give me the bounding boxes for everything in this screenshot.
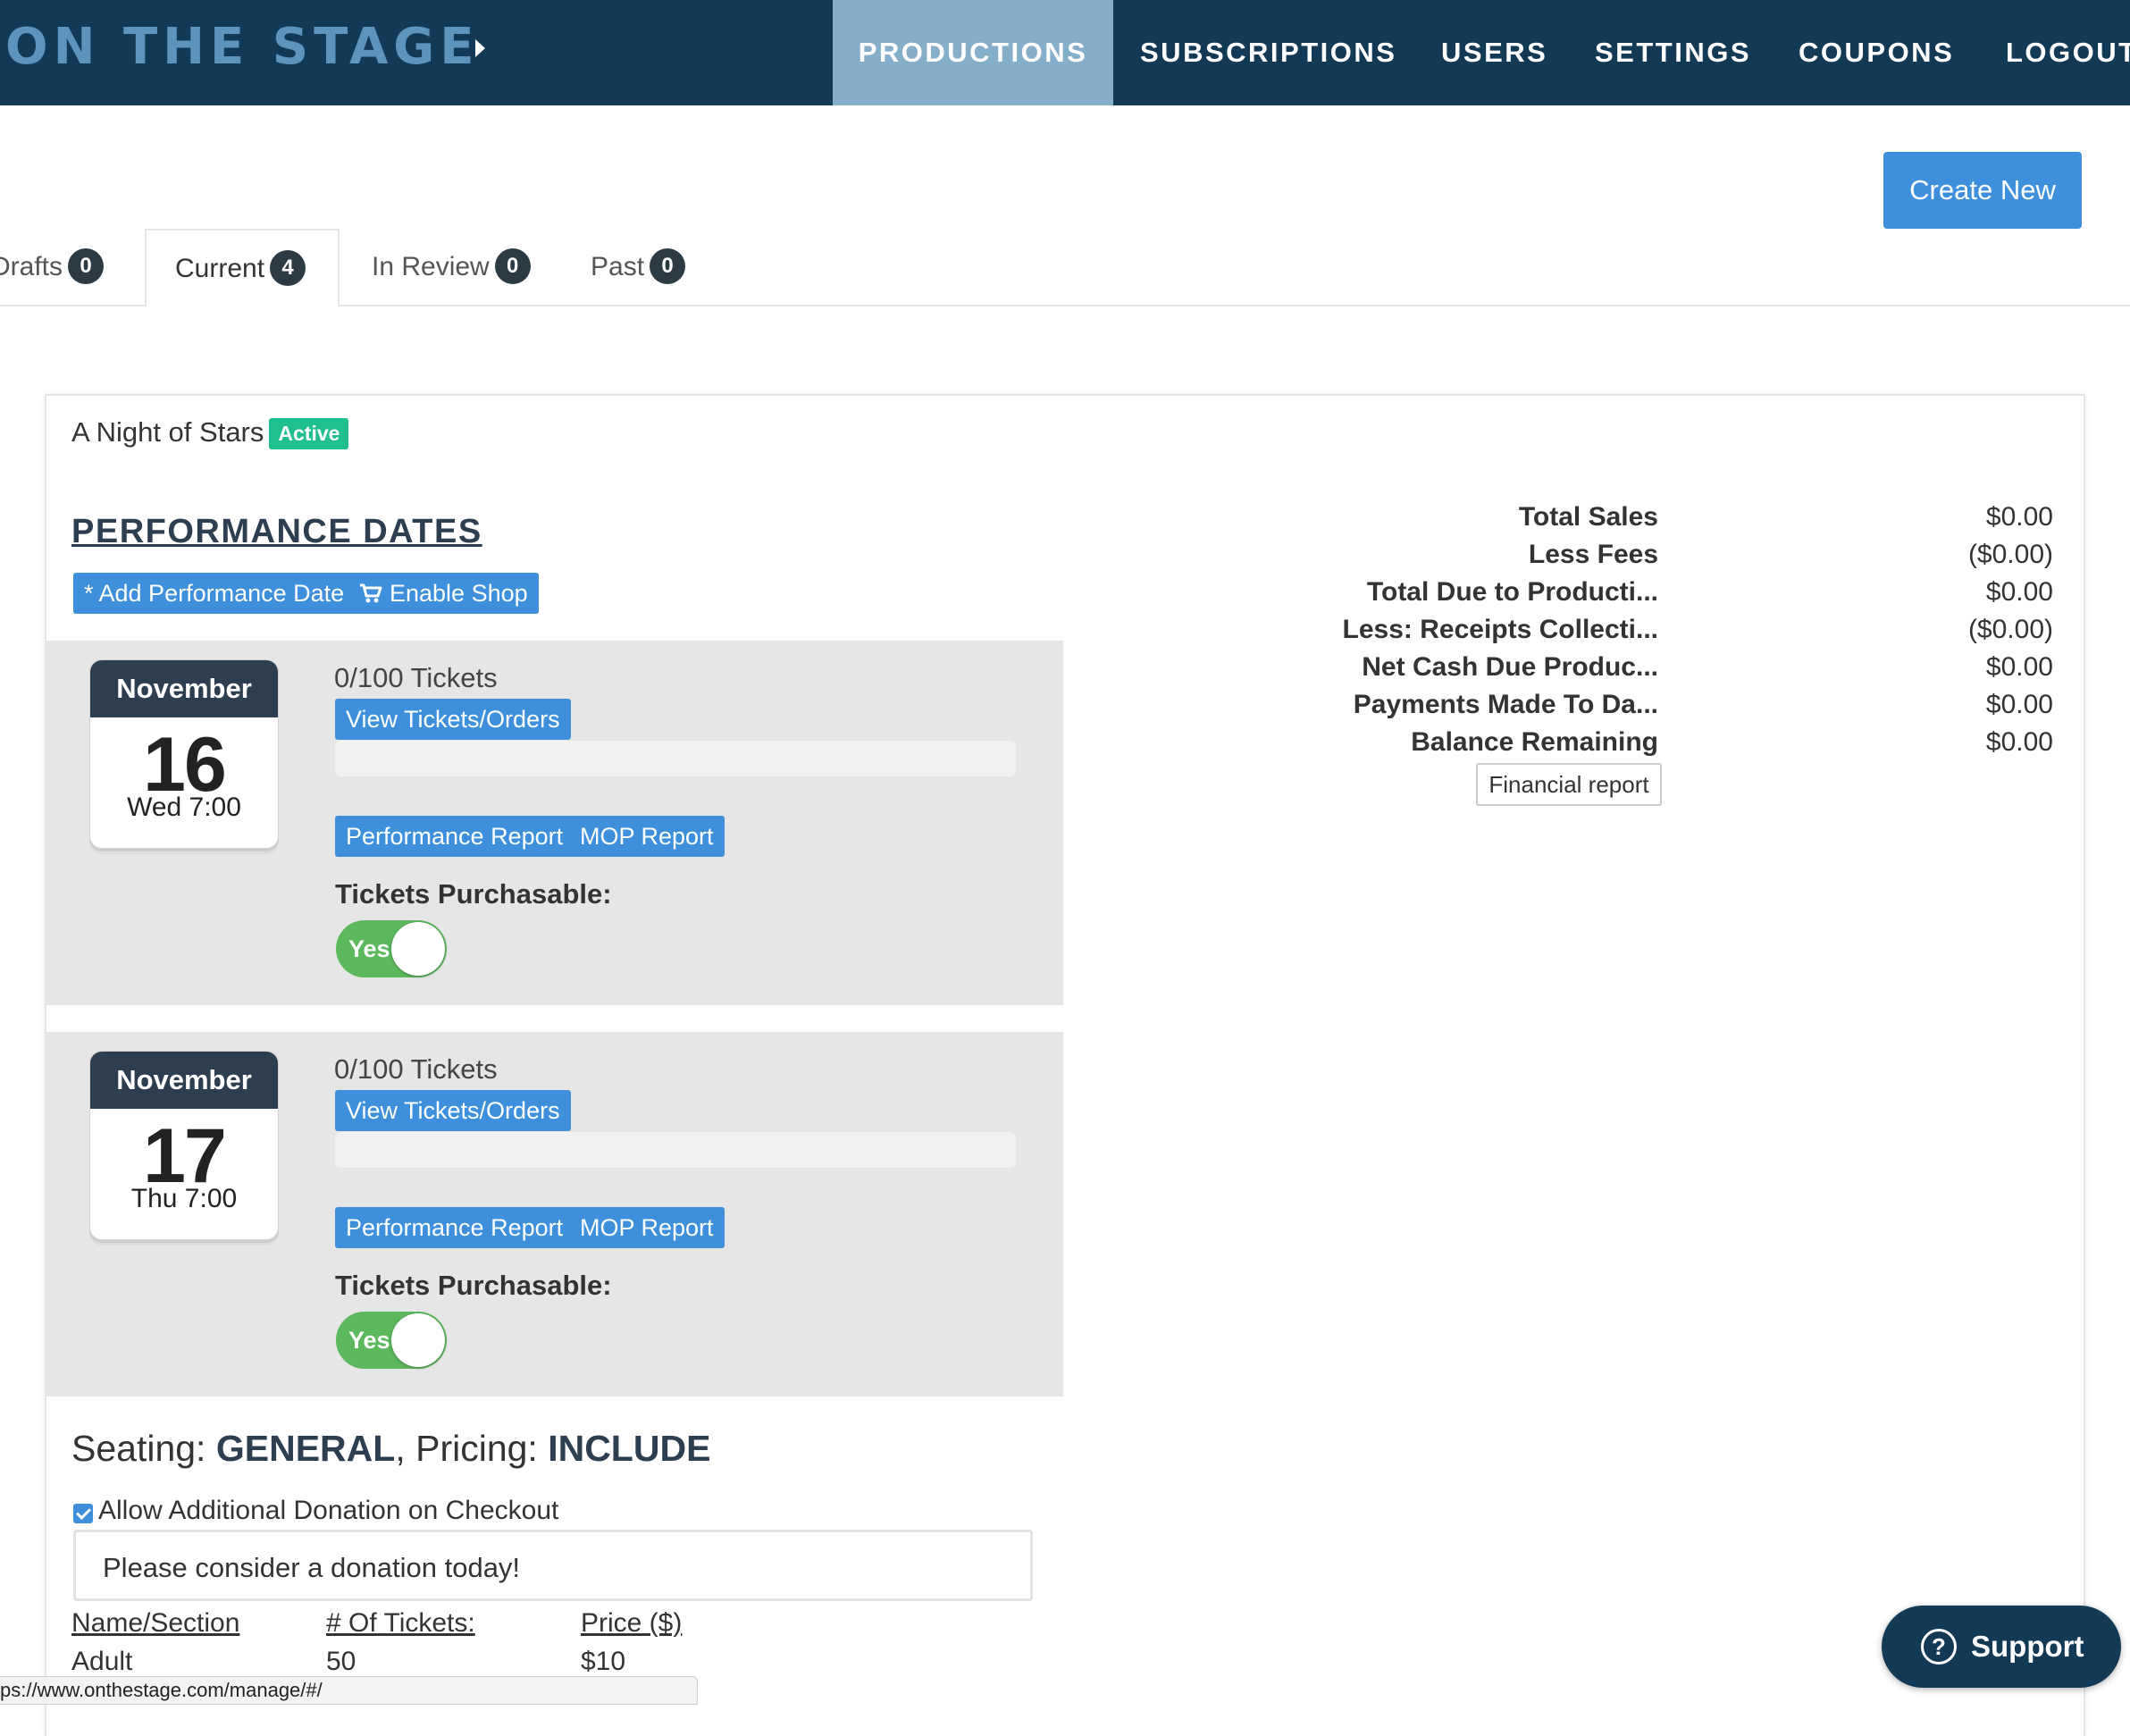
tickets-count: 0/100 Tickets — [334, 662, 498, 693]
count-badge: 0 — [650, 248, 686, 285]
tab-label: In Review — [372, 252, 490, 281]
tickets-count: 0/100 Tickets — [334, 1053, 498, 1085]
nav-subscriptions[interactable]: SUBSCRIPTIONS — [1140, 0, 1396, 105]
enable-shop-label: Enable Shop — [390, 580, 528, 607]
toggle-label: Yes — [348, 935, 390, 962]
financial-value: $0.00 — [1985, 577, 2053, 607]
support-label: Support — [1971, 1630, 2084, 1663]
financial-value: ($0.00) — [1967, 540, 2053, 569]
financial-label: Balance Remaining — [1411, 727, 1658, 757]
calendar-month: November — [90, 1052, 278, 1109]
tab-drafts[interactable]: Drafts 0 — [0, 229, 105, 306]
seating-prefix: Seating: — [71, 1428, 216, 1469]
donation-message-field[interactable]: Please consider a donation today! — [73, 1530, 1033, 1601]
cart-icon — [360, 583, 382, 603]
performance-dates-heading[interactable]: PERFORMANCE DATES — [71, 513, 482, 551]
financial-value: $0.00 — [1985, 502, 2053, 532]
tab-current[interactable]: Current 4 — [145, 229, 340, 307]
financial-label: Net Cash Due Produc... — [1362, 652, 1658, 682]
nav-coupons[interactable]: COUPONS — [1799, 0, 1954, 105]
tickets-purchasable-label: Tickets Purchasable: — [335, 878, 612, 910]
financial-label: Less: Receipts Collecti... — [1342, 615, 1658, 644]
mop-report-button[interactable]: MOP Report — [569, 1207, 725, 1248]
calendar-time: Thu 7:00 — [130, 1184, 238, 1213]
nav-productions[interactable]: PRODUCTIONS — [833, 0, 1113, 105]
column-header-price[interactable]: Price ($) — [581, 1608, 682, 1639]
table-cell: $10 — [581, 1647, 626, 1676]
status-badge: Active — [269, 418, 349, 450]
add-performance-date-button[interactable]: * Add Performance Date — [73, 573, 356, 614]
caret-right-icon[interactable] — [475, 39, 485, 57]
tab-in-review[interactable]: In Review 0 — [372, 229, 531, 306]
financial-value: $0.00 — [1985, 652, 2053, 682]
create-new-button[interactable]: Create New — [1883, 152, 2082, 229]
pricing-prefix: , Pricing: — [395, 1428, 549, 1469]
calendar-month: November — [90, 660, 278, 717]
brand-logo[interactable]: ON THE STAGE — [5, 18, 480, 76]
toggle-knob — [391, 1313, 445, 1367]
performance-report-button[interactable]: Performance Report — [335, 816, 574, 857]
table-cell: Adult — [71, 1647, 133, 1676]
tab-label: Current — [175, 254, 265, 283]
column-header-tickets[interactable]: # Of Tickets: — [326, 1608, 475, 1639]
production-title: A Night of Stars Active — [71, 416, 349, 450]
financial-value: ($0.00) — [1967, 615, 2053, 644]
donation-checkbox-label[interactable]: Allow Additional Donation on Checkout — [98, 1496, 558, 1526]
nav-logout[interactable]: LOGOUT — [2006, 0, 2130, 105]
mop-report-button[interactable]: MOP Report — [569, 816, 725, 857]
calendar-time: Wed 7:00 — [127, 793, 241, 822]
donation-checkbox[interactable] — [73, 1504, 93, 1523]
toggle-label: Yes — [348, 1327, 390, 1354]
date-calendar: November 16 Wed 7:00 — [89, 659, 279, 849]
column-header-name-section[interactable]: Name/Section — [71, 1608, 239, 1639]
top-navbar: ON THE STAGE PRODUCTIONS SUBSCRIPTIONS U… — [0, 0, 2130, 105]
view-tickets-orders-button[interactable]: View Tickets/Orders — [335, 699, 571, 740]
tickets-progress-bar — [335, 1132, 1016, 1168]
enable-shop-button[interactable]: Enable Shop — [347, 573, 539, 614]
nav-users[interactable]: USERS — [1441, 0, 1547, 105]
toggle-knob — [391, 922, 445, 976]
production-name[interactable]: A Night of Stars — [71, 416, 264, 448]
financial-value: $0.00 — [1985, 690, 2053, 719]
view-tickets-orders-button[interactable]: View Tickets/Orders — [335, 1090, 571, 1131]
count-badge: 0 — [494, 248, 531, 285]
financial-label: Payments Made To Da... — [1353, 690, 1658, 719]
count-badge: 0 — [68, 248, 105, 285]
question-icon: ? — [1921, 1629, 1957, 1665]
tickets-progress-bar — [335, 741, 1016, 776]
status-url-bar: ps://www.onthestage.com/manage/#/ — [0, 1676, 698, 1705]
nav-settings[interactable]: SETTINGS — [1595, 0, 1751, 105]
tickets-purchasable-label: Tickets Purchasable: — [335, 1270, 612, 1301]
count-badge: 4 — [270, 250, 306, 287]
pricing-type: INCLUDE — [548, 1428, 711, 1469]
tickets-purchasable-toggle[interactable]: Yes — [336, 1312, 447, 1369]
tab-past[interactable]: Past 0 — [591, 229, 686, 306]
seating-type: GENERAL — [215, 1428, 396, 1469]
seating-pricing-summary: Seating: GENERAL, Pricing: INCLUDE — [71, 1428, 710, 1470]
financial-value: $0.00 — [1985, 727, 2053, 757]
financial-report-button[interactable]: Financial report — [1476, 763, 1662, 806]
performance-report-button[interactable]: Performance Report — [335, 1207, 574, 1248]
date-calendar: November 17 Thu 7:00 — [89, 1051, 279, 1240]
tab-label: Past — [591, 252, 645, 281]
financial-label: Total Sales — [1518, 502, 1658, 532]
support-button[interactable]: ? Support — [1882, 1606, 2121, 1688]
financial-label: Total Due to Producti... — [1366, 577, 1658, 607]
table-cell: 50 — [326, 1647, 356, 1676]
financial-label: Less Fees — [1528, 540, 1658, 569]
tickets-purchasable-toggle[interactable]: Yes — [336, 920, 447, 977]
tab-label: Drafts — [0, 252, 63, 281]
